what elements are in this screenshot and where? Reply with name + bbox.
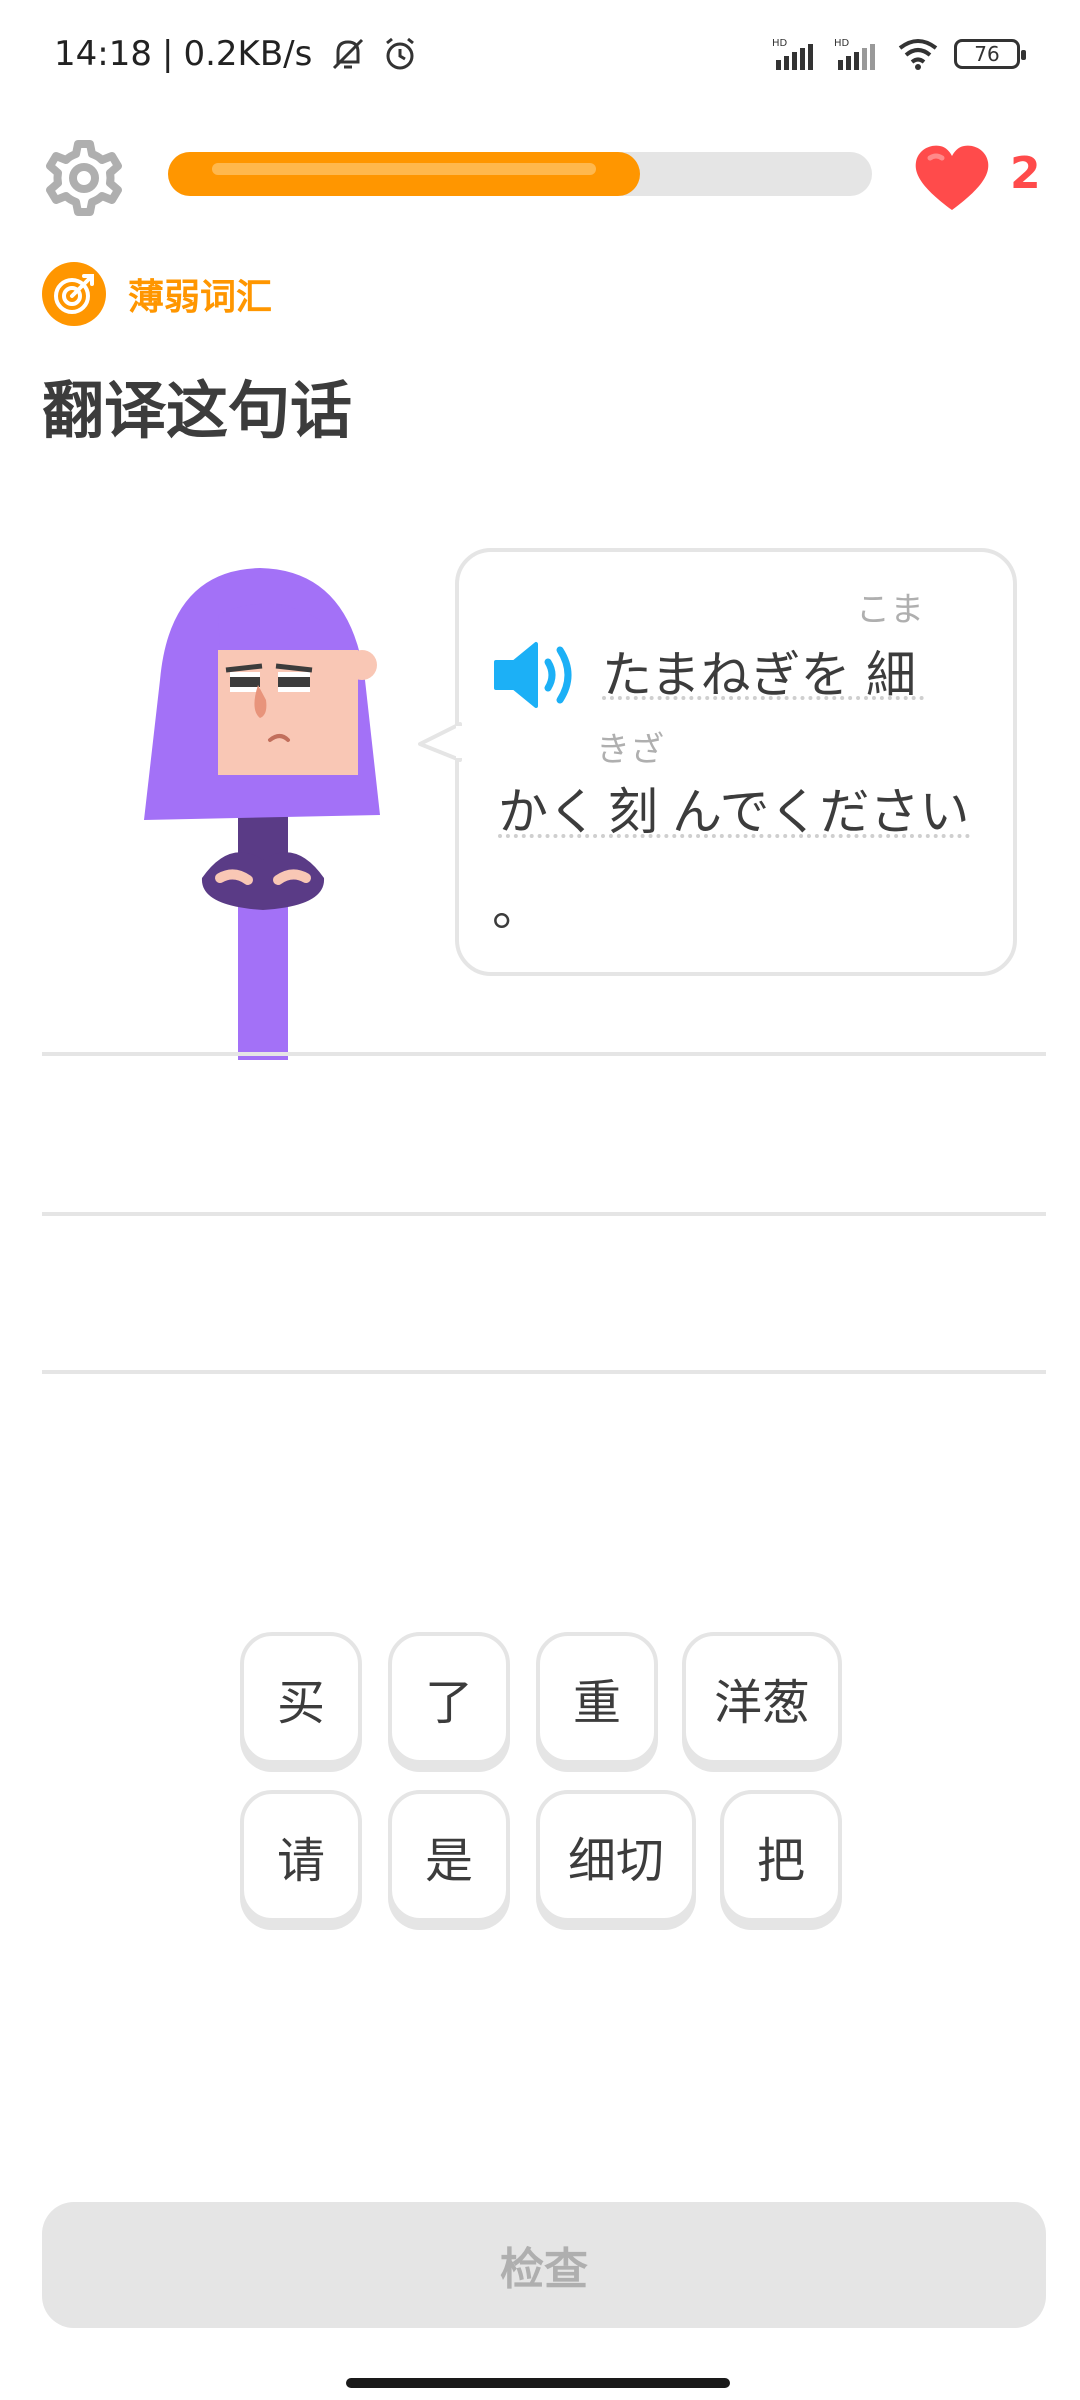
badge-label: 薄弱词汇 (128, 277, 273, 318)
lesson-header: 2 (0, 130, 1080, 220)
signal-2-icon: HD (834, 38, 875, 70)
mute-bell-icon (333, 38, 364, 70)
prompt-line3: 。 (492, 879, 542, 937)
word-chip[interactable]: 了 (388, 1632, 510, 1764)
lesson-progress-bar (168, 152, 872, 196)
furigana-kiza: きざ (596, 730, 664, 770)
word-chip[interactable]: 重 (536, 1632, 658, 1764)
weak-vocab-badge: 薄弱词汇 (42, 262, 272, 326)
battery-indicator: 76 (954, 39, 1026, 69)
signal-2-label: HD (834, 38, 850, 49)
status-bar: 14:18 | 0.2KB/s HD HD 76 (0, 0, 1080, 115)
answer-line-1 (42, 1052, 1046, 1056)
signal-1-icon: HD (772, 38, 813, 70)
home-indicator[interactable] (346, 2378, 730, 2388)
status-time: 14:18 (54, 34, 152, 74)
hearts-count: 2 (1010, 148, 1041, 199)
prompt-line2-underline (498, 834, 970, 838)
word-chip[interactable]: 把 (720, 1790, 842, 1922)
word-chip[interactable]: 细切 (536, 1790, 696, 1922)
furigana-koma: こま (856, 590, 924, 630)
speech-bubble-tail (418, 722, 462, 762)
status-separator: | (161, 34, 174, 74)
status-left: 14:18 | 0.2KB/s (54, 34, 420, 74)
status-net-speed: 0.2KB/s (183, 34, 313, 74)
wifi-icon (898, 39, 938, 70)
progress-shine (212, 163, 596, 175)
word-chip[interactable]: 是 (388, 1790, 510, 1922)
signal-1-label: HD (772, 38, 788, 49)
status-right: HD HD 76 (772, 36, 1026, 72)
page-title: 翻译这句话 (42, 374, 353, 447)
answer-line-3 (42, 1370, 1046, 1374)
badge-circle (42, 262, 106, 326)
word-chip[interactable]: 请 (240, 1790, 362, 1922)
heart-icon (915, 145, 989, 210)
answer-line-2 (42, 1212, 1046, 1216)
word-chip[interactable]: 买 (240, 1632, 362, 1764)
prompt-line1-underline (602, 696, 924, 700)
word-chip[interactable]: 洋葱 (682, 1632, 842, 1764)
check-button[interactable]: 检查 (42, 2202, 1046, 2328)
gear-icon[interactable] (44, 138, 124, 218)
alarm-icon (386, 37, 415, 70)
speaker-icon[interactable] (492, 638, 584, 712)
character-illustration (144, 568, 380, 1060)
target-icon (54, 274, 94, 314)
